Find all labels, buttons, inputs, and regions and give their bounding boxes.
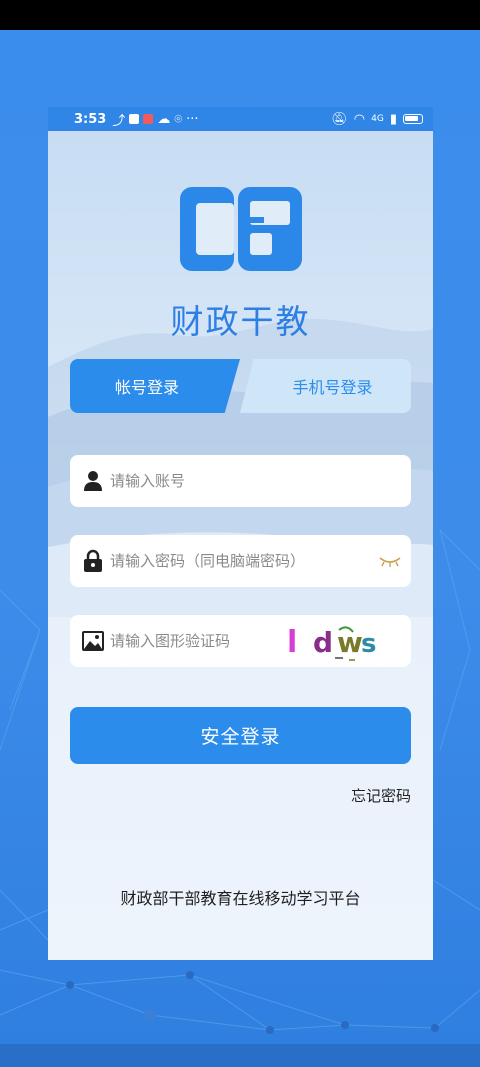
account-field (70, 455, 411, 507)
top-black-bar (0, 0, 480, 30)
image-icon (82, 630, 104, 652)
tab-account-login[interactable]: 帐号登录 (70, 359, 240, 413)
lock-icon (82, 549, 104, 572)
account-input[interactable] (110, 472, 350, 490)
login-tabs: 帐号登录 手机号登录 (70, 359, 411, 413)
app-notification-icon (129, 114, 140, 124)
more-icon: ··· (186, 111, 199, 127)
status-time: 3:53 (74, 111, 107, 127)
platform-footer: 财政部干部教育在线移动学习平台 (120, 889, 361, 908)
app-title: 财政干教 (170, 302, 311, 341)
location-icon: ⌾ (174, 111, 183, 127)
battery-icon (403, 114, 423, 124)
mute-icon: 🔕︎ (331, 111, 348, 127)
system-icons: 🔕︎ ◠ 4G ▮ (331, 112, 423, 127)
svg-text:l: l (287, 625, 297, 660)
missed-call-icon: ⤴ (112, 113, 126, 129)
captcha-image[interactable]: l d w s (287, 620, 383, 662)
svg-text:w: w (337, 626, 363, 659)
captcha-input[interactable] (110, 632, 270, 650)
forgot-password-link[interactable]: 忘记密码 (351, 785, 411, 806)
svg-text:s: s (361, 629, 376, 659)
secure-login-button[interactable]: 安全登录 (70, 707, 411, 764)
login-screen: 3:53 ⤴ ☁ ⌾ ··· 🔕︎ ◠ 4G ▮ 财政干教 帐号登录 手机号登录… (48, 107, 433, 960)
password-field (70, 535, 411, 587)
tab-phone-login[interactable]: 手机号登录 (240, 359, 411, 413)
wifi-icon: ◠ (353, 111, 366, 127)
network-type: 4G (371, 114, 384, 124)
cloud-icon: ☁ (157, 111, 171, 127)
status-bar: 3:53 ⤴ ☁ ⌾ ··· 🔕︎ ◠ 4G ▮ (48, 107, 433, 131)
captcha-field: l d w s (70, 615, 411, 667)
svg-text:d: d (313, 626, 333, 659)
password-input[interactable] (110, 552, 390, 570)
user-icon (82, 470, 104, 492)
signal-icon: ▮ (389, 111, 397, 127)
app-logo-icon (178, 183, 304, 275)
eye-closed-icon[interactable] (379, 553, 401, 572)
notification-icons: ⤴ ☁ ⌾ ··· (112, 110, 198, 129)
red-app-icon (143, 114, 154, 124)
navigation-bar (0, 1044, 480, 1067)
